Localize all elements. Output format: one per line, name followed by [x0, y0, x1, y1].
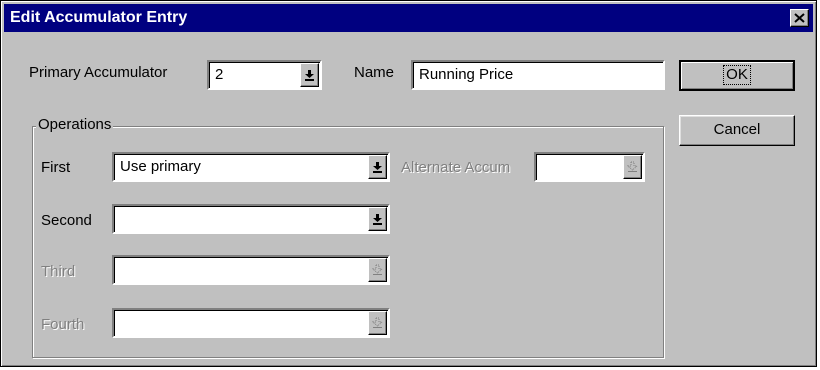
- dropdown-arrow-icon: [305, 70, 314, 81]
- dialog-title: Edit Accumulator Entry: [10, 9, 188, 26]
- primary-accumulator-combo[interactable]: 2: [207, 60, 322, 90]
- first-label: First: [41, 159, 71, 176]
- name-input[interactable]: Running Price: [411, 60, 665, 90]
- second-operation-combo[interactable]: [112, 204, 390, 234]
- dropdown-arrow-icon: [373, 214, 382, 225]
- first-operation-dropdown-button[interactable]: [368, 155, 387, 179]
- dropdown-arrow-disabled-icon: [372, 317, 383, 328]
- third-label: Third: [41, 263, 76, 280]
- ok-button[interactable]: OK: [679, 60, 795, 91]
- second-operation-dropdown-button[interactable]: [368, 207, 387, 231]
- first-operation-value: Use primary: [120, 158, 201, 175]
- dropdown-arrow-disabled-icon: [627, 161, 638, 172]
- dropdown-arrow-disabled-icon: [372, 264, 383, 275]
- primary-accumulator-value: 2: [215, 66, 224, 83]
- title-bar[interactable]: Edit Accumulator Entry: [4, 4, 813, 32]
- edit-accumulator-dialog: Edit Accumulator Entry Primary Accumulat…: [0, 0, 817, 367]
- alternate-accum-dropdown-button[interactable]: [623, 155, 642, 179]
- cancel-button[interactable]: Cancel: [679, 115, 795, 146]
- name-label: Name: [354, 64, 395, 81]
- alternate-accum-combo[interactable]: [534, 152, 645, 182]
- dropdown-arrow-icon: [373, 162, 382, 173]
- second-label: Second: [41, 212, 92, 229]
- operations-group-title: Operations: [36, 115, 114, 135]
- fourth-label: Fourth: [41, 316, 85, 333]
- cancel-button-label: Cancel: [713, 121, 761, 138]
- name-value: Running Price: [419, 66, 514, 83]
- fourth-operation-dropdown-button[interactable]: [368, 311, 387, 335]
- close-button[interactable]: [790, 9, 809, 27]
- third-operation-dropdown-button[interactable]: [368, 258, 387, 282]
- fourth-operation-combo[interactable]: [112, 308, 390, 338]
- first-operation-combo[interactable]: Use primary: [112, 152, 390, 182]
- close-icon: [794, 13, 805, 23]
- primary-accumulator-dropdown-button[interactable]: [300, 63, 319, 87]
- primary-accumulator-label: Primary Accumulator: [29, 64, 168, 81]
- alternate-accum-label: Alternate Accum: [401, 159, 511, 176]
- ok-button-label: OK: [723, 65, 751, 85]
- third-operation-combo[interactable]: [112, 255, 390, 285]
